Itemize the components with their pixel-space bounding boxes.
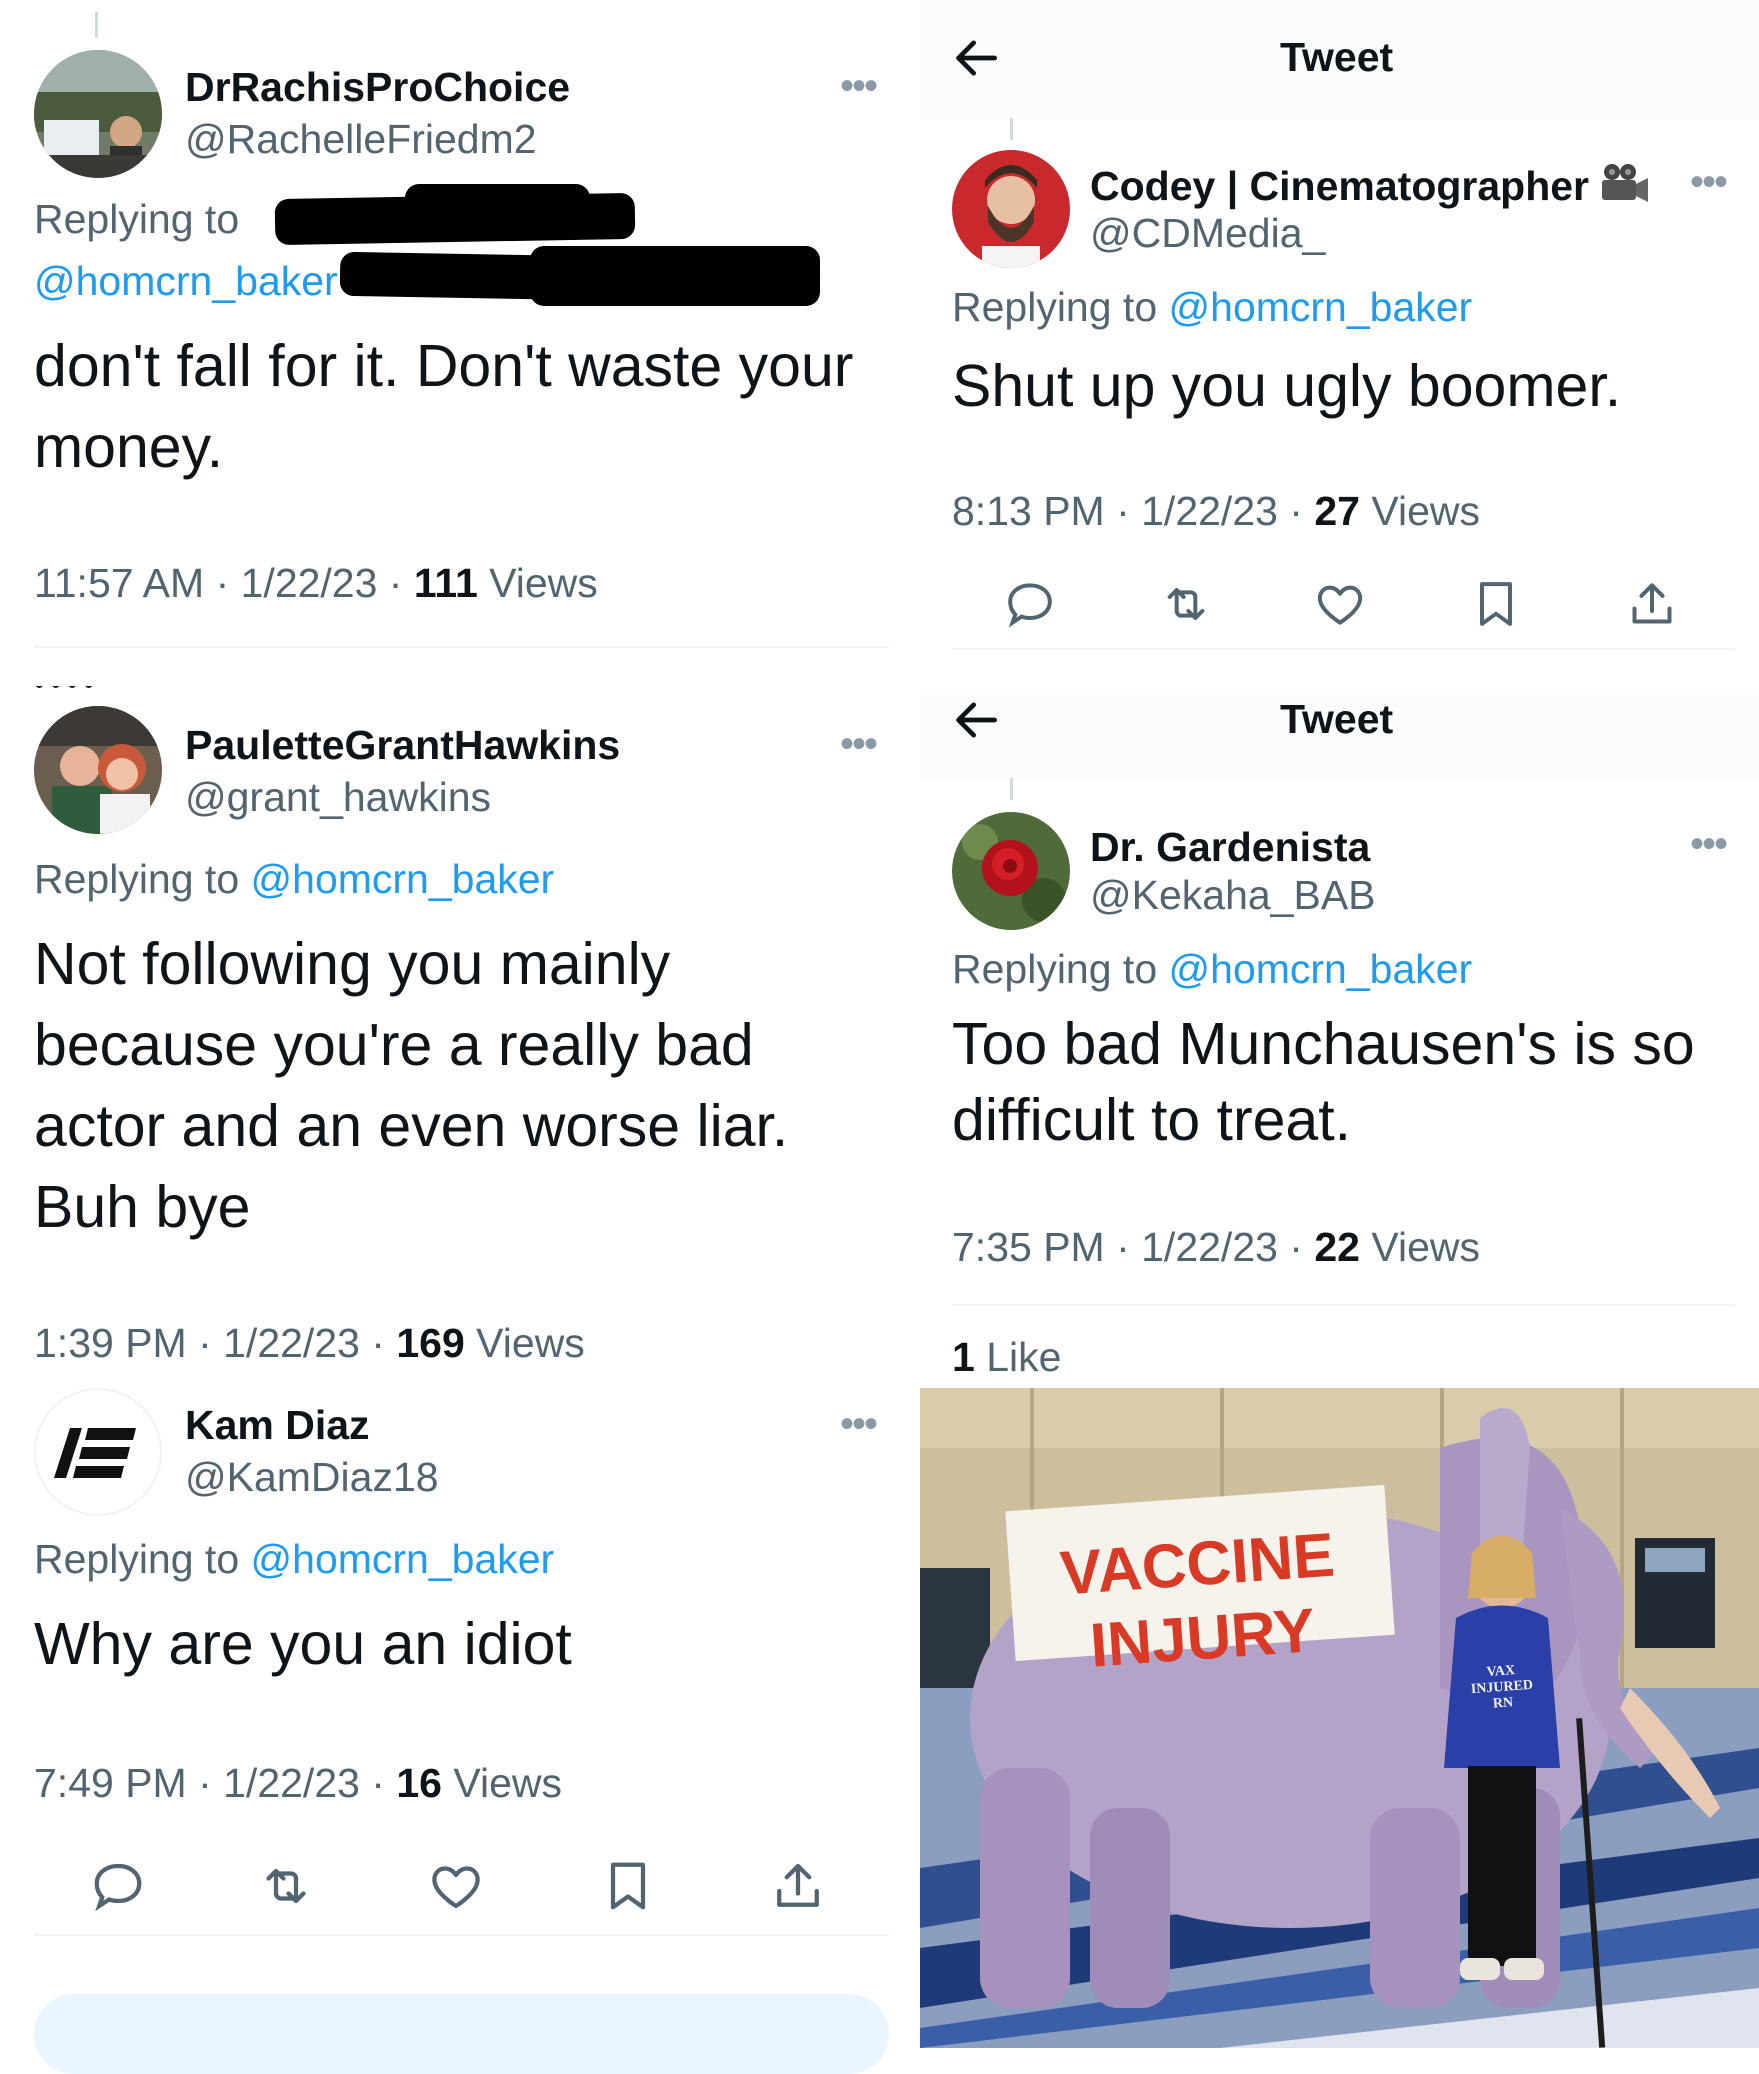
like-icon[interactable]	[1312, 576, 1368, 632]
replying-to-label: Replying to	[34, 196, 240, 242]
replying-to: Replying to @homcrn_baker	[34, 1536, 554, 1583]
timestamp[interactable]: 1:39 PM · 1/22/23 ·	[34, 1320, 396, 1366]
replying-to-link-line: @homcrn_baker	[34, 258, 338, 305]
back-arrow-icon[interactable]	[948, 30, 1004, 91]
view-count: 27	[1314, 488, 1360, 534]
more-icon[interactable]: •••	[840, 724, 878, 764]
tweet-text: Why are you an idiot	[34, 1611, 572, 1677]
display-name[interactable]: Kam Diaz	[185, 1402, 370, 1449]
replying-to: Replying to @homcrn_baker	[34, 856, 554, 903]
tweet-photo[interactable]: VACCINE INJURY VAX INJURED RN	[920, 1388, 1759, 2048]
replying-to-link[interactable]: @homcrn_baker	[1169, 284, 1473, 330]
shirt-line-1: VAX INJURED	[1470, 1663, 1534, 1698]
tweet-timestamp: 7:49 PM · 1/22/23 · 16 Views	[34, 1760, 562, 1807]
view-count: 169	[396, 1320, 465, 1366]
views-label: Views	[1359, 488, 1480, 534]
display-name[interactable]: PauletteGrantHawkins	[185, 722, 620, 769]
more-icon[interactable]: •••	[840, 66, 878, 106]
thread-connector-line	[95, 12, 98, 38]
retweet-icon[interactable]	[1158, 576, 1214, 632]
replying-to-label: Replying to	[952, 946, 1169, 992]
shirt-text: VAX INJURED RN	[1458, 1661, 1545, 1715]
avatar[interactable]	[34, 706, 162, 834]
likes-label: Like	[974, 1334, 1062, 1380]
reply-icon[interactable]	[88, 1856, 148, 1916]
page-title: Tweet	[1280, 696, 1394, 742]
display-name[interactable]: Codey | Cinematographer	[1090, 162, 1650, 216]
cropped-text-fragment: ••••	[34, 686, 124, 694]
replying-to-label: Replying to	[952, 284, 1169, 330]
view-count: 111	[413, 560, 478, 606]
replying-to: Replying to @homcrn_baker	[952, 946, 1472, 993]
tweet-text: Shut up you ugly boomer.	[952, 353, 1622, 419]
divider	[952, 648, 1735, 650]
replying-to: Replying to	[34, 196, 239, 243]
redaction-mark	[530, 246, 820, 306]
retweet-icon[interactable]	[256, 1856, 316, 1916]
timestamp[interactable]: 8:13 PM · 1/22/23 ·	[952, 488, 1314, 534]
reply-icon[interactable]	[1002, 576, 1058, 632]
views-label: Views	[464, 1320, 585, 1366]
banner-text: VACCINE INJURY	[1045, 1518, 1355, 1687]
views-label: Views	[477, 560, 598, 606]
display-name[interactable]: DrRachisProChoice	[185, 64, 570, 111]
replying-to-link[interactable]: @homcrn_baker	[251, 1536, 555, 1582]
redaction-mark	[405, 184, 590, 212]
thread-connector-line	[1010, 778, 1013, 800]
more-icon[interactable]: •••	[840, 1404, 878, 1444]
avatar[interactable]	[952, 150, 1070, 268]
replying-to-link[interactable]: @homcrn_baker	[34, 258, 338, 304]
user-handle[interactable]: @grant_hawkins	[185, 774, 491, 821]
replying-to-label: Replying to	[34, 1536, 251, 1582]
movie-camera-icon	[1600, 162, 1650, 216]
timestamp[interactable]: 7:35 PM · 1/22/23 ·	[952, 1224, 1314, 1270]
thread-connector-line	[1010, 118, 1013, 140]
tweet-timestamp: 11:57 AM · 1/22/23 · 111 Views	[34, 560, 598, 607]
avatar[interactable]	[952, 812, 1070, 930]
tweet-text: don't fall for it. Don't waste your mone…	[34, 333, 854, 480]
like-icon[interactable]	[426, 1856, 486, 1916]
page-title: Tweet	[1280, 34, 1394, 80]
user-handle[interactable]: @CDMedia_	[1090, 210, 1325, 257]
display-name-text: Codey | Cinematographer	[1090, 162, 1590, 209]
reply-composer-box[interactable]	[34, 1994, 889, 2074]
tweet-timestamp: 8:13 PM · 1/22/23 · 27 Views	[952, 488, 1480, 535]
timestamp[interactable]: 11:57 AM · 1/22/23 ·	[34, 560, 414, 606]
display-name[interactable]: Dr. Gardenista	[1090, 824, 1370, 871]
view-count: 22	[1314, 1224, 1360, 1270]
user-handle[interactable]: @KamDiaz18	[185, 1454, 439, 1501]
divider	[34, 646, 889, 648]
divider	[34, 1934, 889, 1936]
share-icon[interactable]	[1624, 576, 1680, 632]
likes-count[interactable]: 1 Like	[952, 1334, 1061, 1381]
replying-to-link[interactable]: @homcrn_baker	[251, 856, 555, 902]
more-icon[interactable]: •••	[1690, 162, 1728, 202]
more-icon[interactable]: •••	[1690, 824, 1728, 864]
user-handle[interactable]: @RachelleFriedm2	[185, 116, 537, 163]
tweet-timestamp: 7:35 PM · 1/22/23 · 22 Views	[952, 1224, 1480, 1271]
views-label: Views	[441, 1760, 562, 1806]
replying-to-label: Replying to	[34, 856, 251, 902]
like-count: 1	[952, 1334, 975, 1380]
bookmark-icon[interactable]	[598, 1856, 658, 1916]
bookmark-icon[interactable]	[1468, 576, 1524, 632]
back-arrow-icon[interactable]	[948, 692, 1004, 753]
replying-to-link[interactable]: @homcrn_baker	[1169, 946, 1473, 992]
views-label: Views	[1359, 1224, 1480, 1270]
timestamp[interactable]: 7:49 PM · 1/22/23 ·	[34, 1760, 396, 1806]
view-count: 16	[396, 1760, 442, 1806]
user-handle[interactable]: @Kekaha_BAB	[1090, 872, 1376, 919]
replying-to: Replying to @homcrn_baker	[952, 284, 1472, 331]
avatar[interactable]	[34, 1388, 162, 1516]
avatar[interactable]	[34, 50, 162, 178]
share-icon[interactable]	[768, 1856, 828, 1916]
tweet-text: Not following you mainly because you're …	[34, 931, 789, 1240]
tweet-timestamp: 1:39 PM · 1/22/23 · 169 Views	[34, 1320, 585, 1367]
tweet-text: Too bad Munchausen's is so difficult to …	[952, 1011, 1695, 1153]
divider	[952, 1304, 1735, 1306]
